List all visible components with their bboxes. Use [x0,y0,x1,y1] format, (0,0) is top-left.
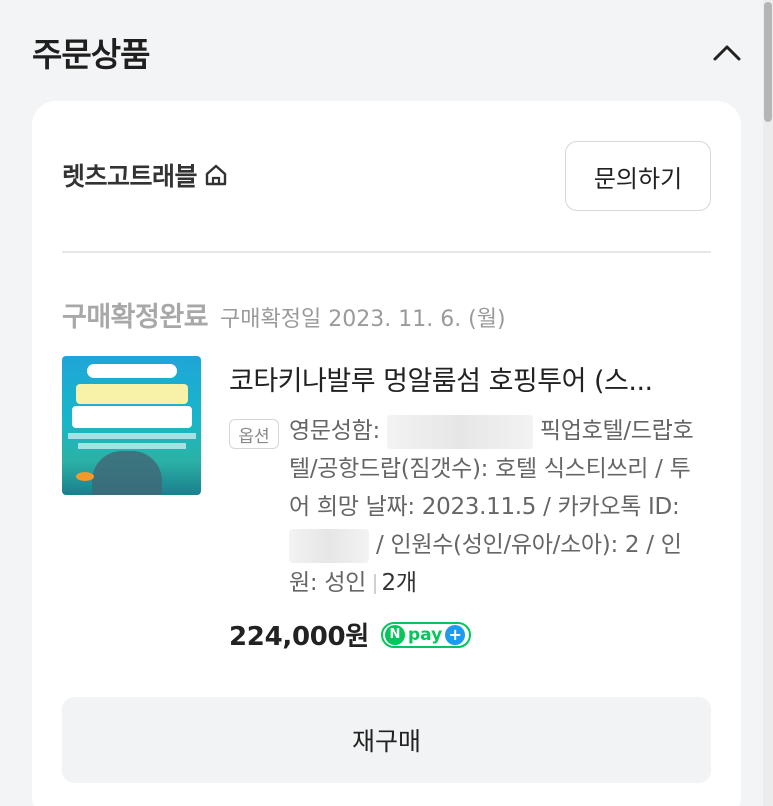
price-row: 224,000원 N pay + [229,616,699,653]
option-part1: 영문성함: [289,418,380,444]
home-icon [201,160,231,190]
option-block: 옵션 영문성함: 픽업호텔/드랍호텔/공항드랍(짐갯수): 호텔 식스티쓰리 /… [229,412,699,602]
order-card: 렛츠고트래블 문의하기 구매확정완료 구매확정일 2023. 11. 6. (월… [32,101,741,806]
product-info: 코타키나발루 멍알룸섬 호핑투어 (스... 옵션 영문성함: 픽업호텔/드랍호… [229,359,699,653]
order-items-header: 주문상품 [0,0,773,100]
redacted-name [386,414,533,449]
scrollbar-thumb[interactable] [764,2,772,122]
shop-row: 렛츠고트래블 문의하기 [62,141,711,211]
price: 224,000원 [229,622,369,652]
redacted-id [289,528,369,563]
quantity-separator [374,573,376,594]
quantity: 2개 [381,570,418,596]
shop-name: 렛츠고트래블 [62,162,198,191]
inquiry-button[interactable]: 문의하기 [565,141,711,211]
npay-n-icon: N [384,624,405,645]
product-thumbnail[interactable] [62,356,201,495]
product-title[interactable]: 코타키나발루 멍알룸섬 호핑투어 (스... [229,359,689,398]
order-status: 구매확정완료 [62,302,209,333]
collapse-button[interactable] [708,34,746,72]
rebuy-button[interactable]: 재구매 [62,697,711,783]
chevron-up-icon [713,45,741,61]
section-title: 주문상품 [32,35,150,74]
option-text: 영문성함: 픽업호텔/드랍호텔/공항드랍(짐갯수): 호텔 식스티쓰리 / 투어… [289,412,699,602]
npay-plus-badge: N pay + [380,621,472,648]
option-tag: 옵션 [229,419,279,449]
plus-icon: + [445,624,466,645]
confirm-date: 구매확정일 2023. 11. 6. (월) [220,307,506,332]
npay-label: pay [407,624,443,645]
shop-link[interactable]: 렛츠고트래블 [62,157,231,193]
order-status-row: 구매확정완료 구매확정일 2023. 11. 6. (월) [62,295,506,334]
divider [62,251,711,253]
